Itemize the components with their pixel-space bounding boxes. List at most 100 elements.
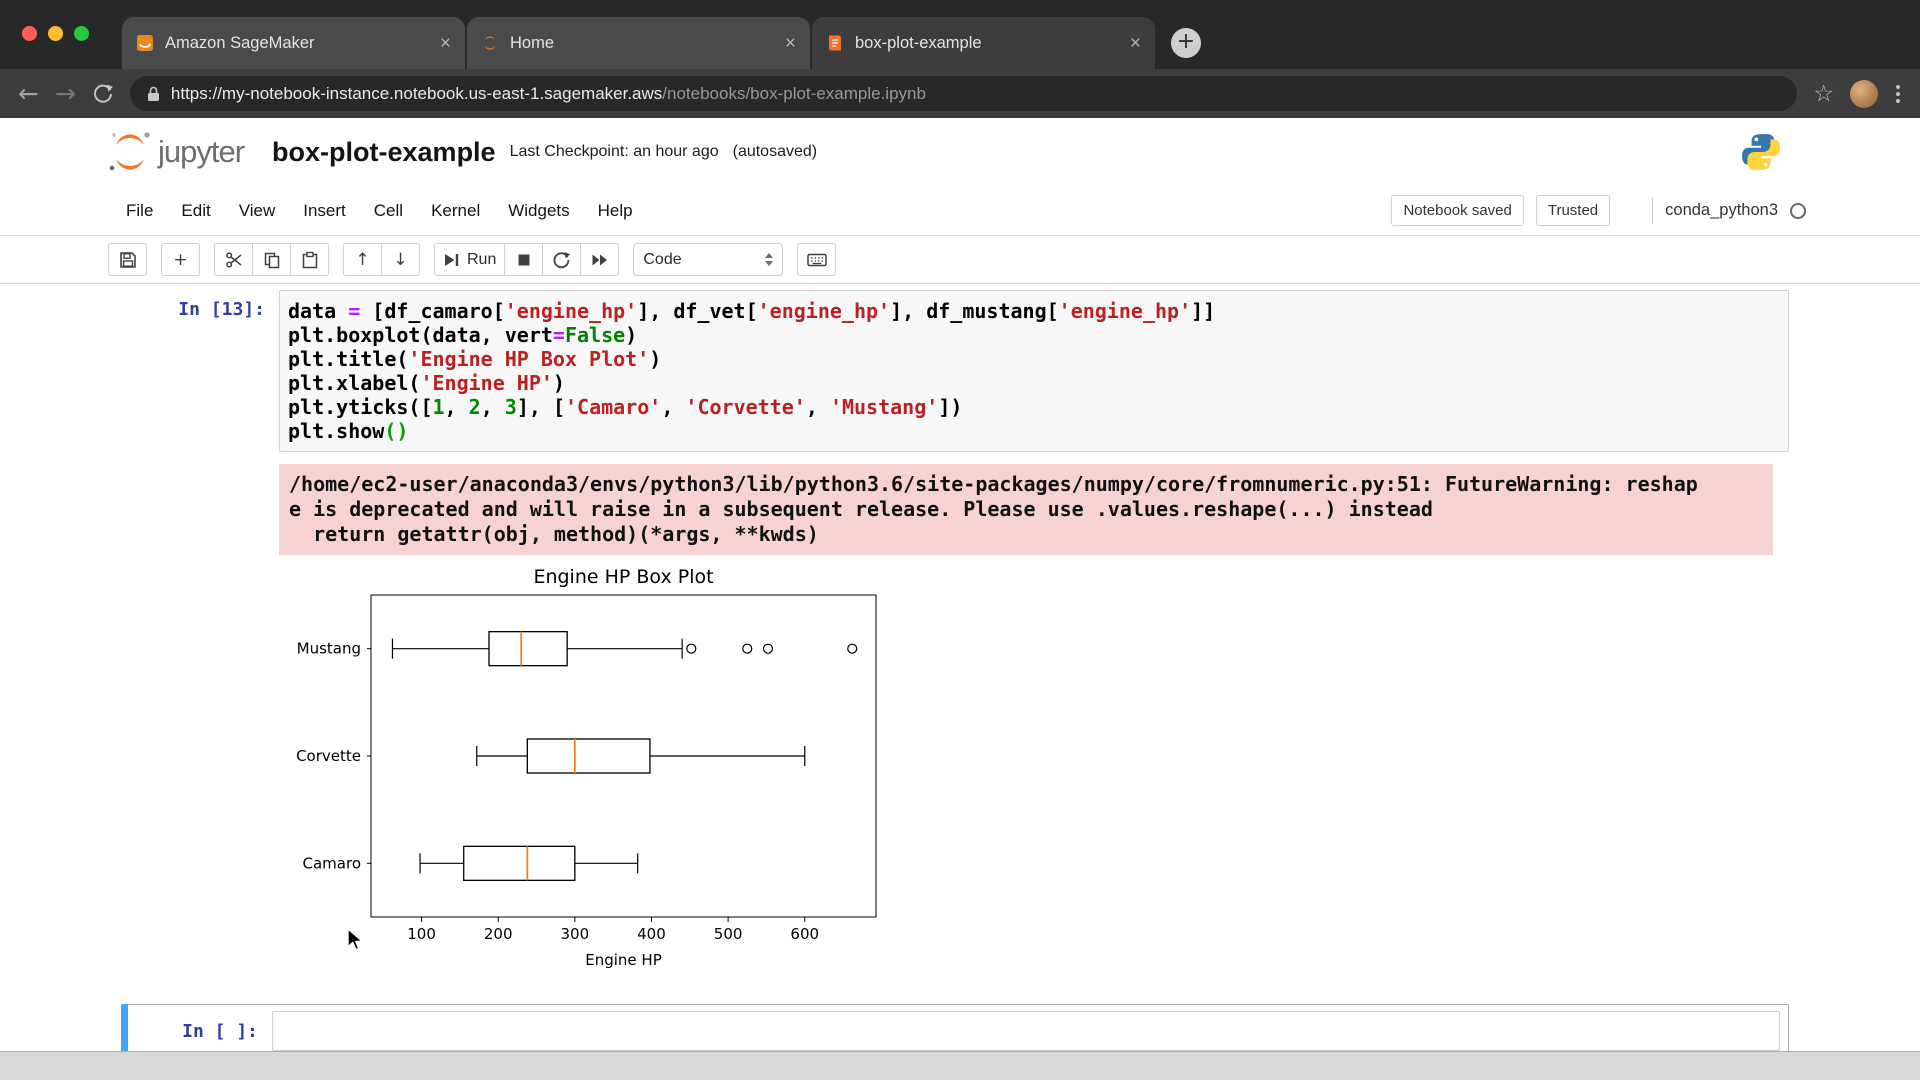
save-button[interactable] [108, 243, 147, 276]
input-prompt: In [13]: [121, 290, 279, 452]
jupyter-header: jupyter box-plot-example Last Checkpoint… [0, 118, 1920, 186]
code-cell[interactable]: In [13]: data = [df_camaro['engine_hp'],… [121, 290, 1789, 452]
jupyter-logo-icon [106, 128, 154, 176]
output-column: /home/ec2-user/anaconda3/envs/python3/li… [279, 452, 1789, 990]
checkpoint-status: Last Checkpoint: an hour ago [510, 143, 719, 161]
tab-close-icon[interactable]: × [1130, 34, 1141, 53]
menu-insert[interactable]: Insert [289, 193, 360, 229]
run-cell-button[interactable]: Run [434, 243, 505, 276]
move-cell-down-button[interactable]: ↓ [381, 243, 420, 276]
svg-text:400: 400 [637, 925, 666, 943]
window-close-button[interactable] [22, 26, 37, 41]
empty-code-input[interactable] [272, 1011, 1780, 1051]
menu-widgets[interactable]: Widgets [494, 193, 583, 229]
window-minimize-button[interactable] [48, 26, 63, 41]
tab-list: Amazon SageMaker × Home × box-plot-examp… [122, 17, 1155, 69]
menu-edit[interactable]: Edit [167, 193, 224, 229]
bookmark-star-icon[interactable]: ☆ [1813, 81, 1834, 107]
svg-text:500: 500 [714, 925, 743, 943]
fast-forward-icon [591, 252, 609, 268]
profile-avatar[interactable] [1850, 80, 1878, 108]
notebook-menubar: File Edit View Insert Cell Kernel Widget… [0, 186, 1920, 236]
cut-cell-button[interactable] [214, 243, 253, 276]
tab-close-icon[interactable]: × [440, 34, 451, 53]
scissors-icon [225, 251, 243, 269]
menu-kernel[interactable]: Kernel [417, 193, 494, 229]
command-palette-button[interactable] [797, 243, 836, 276]
code-input-area[interactable]: data = [df_camaro['engine_hp'], df_vet['… [279, 290, 1789, 452]
lock-icon [146, 85, 161, 103]
notebook-saved-notification: Notebook saved [1391, 195, 1523, 226]
move-cell-up-button[interactable]: ↑ [343, 243, 382, 276]
copy-cell-button[interactable] [252, 243, 291, 276]
menu-view[interactable]: View [225, 193, 290, 229]
output-prompt [121, 452, 279, 990]
paste-icon [301, 251, 319, 269]
svg-text:100: 100 [407, 925, 436, 943]
window-controls [22, 26, 89, 41]
notification-area: Notebook saved Trusted conda_python3 [1379, 195, 1806, 226]
address-bar[interactable]: https://my-notebook-instance.notebook.us… [130, 76, 1797, 111]
new-tab-button[interactable]: + [1171, 28, 1201, 58]
back-icon[interactable]: ← [18, 81, 39, 106]
code-lines: data = [df_camaro['engine_hp'], df_vet['… [288, 299, 1780, 443]
tab-title: box-plot-example [855, 34, 1119, 53]
svg-text:Engine HP Box Plot: Engine HP Box Plot [533, 566, 713, 588]
svg-text:Corvette: Corvette [296, 747, 361, 765]
svg-text:Engine HP: Engine HP [585, 951, 662, 969]
jupyter-logo-text[interactable]: jupyter [158, 134, 244, 170]
autosave-status: (autosaved) [733, 143, 818, 161]
notebook-title[interactable]: box-plot-example [272, 137, 496, 168]
trusted-badge[interactable]: Trusted [1536, 195, 1610, 226]
svg-text:600: 600 [790, 925, 819, 943]
restart-kernel-button[interactable] [542, 243, 581, 276]
kernel-name: conda_python3 [1665, 201, 1778, 220]
save-icon [119, 251, 137, 269]
url-path: /notebooks/box-plot-example.ipynb [662, 84, 926, 103]
svg-text:200: 200 [484, 925, 513, 943]
output-figure: Engine HP Box Plot 100 200 300 400 500 600 Engi… [279, 565, 1789, 990]
notebook-favicon-icon [826, 34, 844, 52]
kernel-idle-indicator-icon [1790, 203, 1806, 219]
menu-help[interactable]: Help [584, 193, 647, 229]
paste-cell-button[interactable] [290, 243, 329, 276]
tab-title: Amazon SageMaker [165, 34, 429, 53]
url-text: https://my-notebook-instance.notebook.us… [171, 84, 926, 104]
url-domain: https://my-notebook-instance.notebook.us… [171, 84, 662, 103]
tab-title: Home [510, 34, 774, 53]
window-bottom-strip [0, 1051, 1920, 1080]
copy-icon [263, 251, 281, 269]
output-area: /home/ec2-user/anaconda3/envs/python3/li… [121, 452, 1789, 990]
forward-icon[interactable]: → [55, 81, 76, 106]
tab-home[interactable]: Home × [467, 17, 810, 69]
window-zoom-button[interactable] [74, 26, 89, 41]
empty-code-cell[interactable]: In [ ]: [121, 1004, 1789, 1058]
notebook-body: In [13]: data = [df_camaro['engine_hp'],… [0, 284, 1920, 1058]
reload-icon[interactable] [92, 83, 114, 105]
svg-text:Mustang: Mustang [297, 640, 361, 658]
restart-run-all-button[interactable] [580, 243, 619, 276]
python-logo-icon [1740, 131, 1782, 173]
keyboard-icon [807, 252, 827, 268]
menu-file[interactable]: File [112, 193, 167, 229]
svg-text:Camaro: Camaro [303, 854, 361, 872]
run-label: Run [467, 251, 496, 269]
stop-icon [516, 252, 532, 268]
jupyter-favicon-icon [481, 34, 499, 52]
divider [1652, 198, 1653, 224]
aws-favicon-icon [136, 34, 154, 52]
tab-box-plot-example[interactable]: box-plot-example × [812, 17, 1155, 69]
insert-cell-below-button[interactable]: + [161, 243, 200, 276]
interrupt-kernel-button[interactable] [504, 243, 543, 276]
tab-close-icon[interactable]: × [785, 34, 796, 53]
menu-cell[interactable]: Cell [360, 193, 417, 229]
svg-text:300: 300 [561, 925, 590, 943]
restart-icon [552, 251, 571, 269]
browser-tab-strip: Amazon SageMaker × Home × box-plot-examp… [0, 0, 1920, 69]
cell-type-select[interactable]: Code [633, 243, 783, 276]
browser-menu-icon[interactable] [1894, 83, 1902, 105]
tab-amazon-sagemaker[interactable]: Amazon SageMaker × [122, 17, 465, 69]
cell-type-value: Code [643, 251, 681, 269]
selected-cell-indicator [121, 1004, 128, 1058]
browser-toolbar: ← → https://my-notebook-instance.noteboo… [0, 69, 1920, 118]
